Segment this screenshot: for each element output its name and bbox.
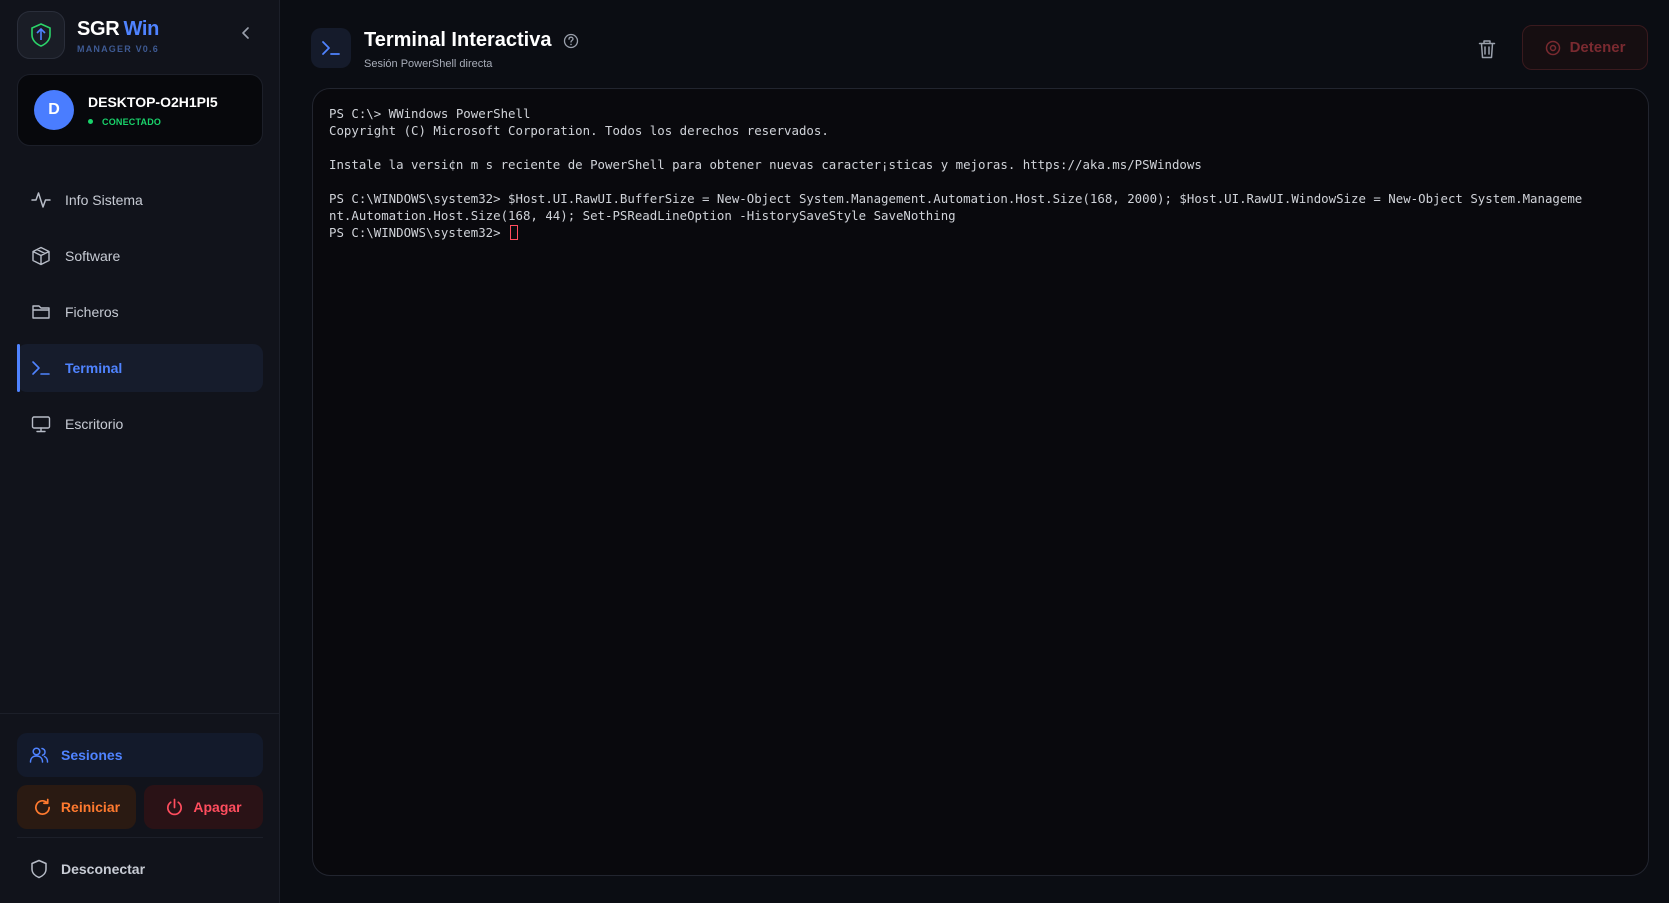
sidebar-item-ficheros[interactable]: Ficheros xyxy=(17,288,263,336)
collapse-sidebar-button[interactable] xyxy=(236,23,256,43)
app-logo xyxy=(17,11,65,59)
stop-label: Detener xyxy=(1569,39,1626,56)
restart-button[interactable]: Reiniciar xyxy=(17,785,136,829)
device-name: DESKTOP-O2H1PI5 xyxy=(88,93,218,110)
main-content: Terminal Interactiva Sesión PowerShell d… xyxy=(280,0,1669,903)
status-dot-icon xyxy=(88,119,93,124)
sidebar-divider xyxy=(0,713,280,714)
sidebar-nav: Info Sistema Software Ficheros Terminal xyxy=(17,176,263,456)
sidebar-divider xyxy=(17,837,263,838)
page-header: Terminal Interactiva Sesión PowerShell d… xyxy=(364,29,579,70)
trash-icon xyxy=(1478,40,1496,59)
terminal-header-icon xyxy=(311,28,351,68)
terminal-output[interactable]: PS C:\> WWindows PowerShell Copyright (C… xyxy=(312,88,1649,876)
app-window: SGR Win MANAGER V0.6 D DESKTOP-O2H1PI5 CO… xyxy=(0,0,1669,903)
sidebar-item-label: Terminal xyxy=(65,360,123,376)
disconnect-button[interactable]: Desconectar xyxy=(17,849,263,889)
shutdown-button[interactable]: Apagar xyxy=(144,785,263,829)
sidebar-item-info-sistema[interactable]: Info Sistema xyxy=(17,176,263,224)
terminal-line: Instale la versi¢n m s reciente de Power… xyxy=(329,157,1202,172)
sidebar: SGR Win MANAGER V0.6 D DESKTOP-O2H1PI5 CO… xyxy=(0,0,280,903)
power-icon xyxy=(165,798,184,817)
sidebar-item-label: Ficheros xyxy=(65,304,119,320)
terminal-icon xyxy=(31,358,51,378)
brand-title-accent: Win xyxy=(123,17,160,40)
shutdown-label: Apagar xyxy=(193,799,242,815)
sessions-button[interactable]: Sesiones xyxy=(17,733,263,777)
clear-terminal-button[interactable] xyxy=(1474,36,1500,62)
sidebar-item-label: Info Sistema xyxy=(65,192,143,208)
device-card: D DESKTOP-O2H1PI5 CONECTADO xyxy=(17,74,263,146)
package-icon xyxy=(31,246,51,266)
page-title: Terminal Interactiva xyxy=(364,29,579,52)
terminal-line: PS C:\WINDOWS\system32> $Host.UI.RawUI.B… xyxy=(329,191,1583,206)
brand-version: MANAGER V0.6 xyxy=(77,43,159,54)
page-subtitle: Sesión PowerShell directa xyxy=(364,58,493,70)
sidebar-item-terminal[interactable]: Terminal xyxy=(17,344,263,392)
users-icon xyxy=(29,745,49,765)
status-badge: CONECTADO xyxy=(88,117,218,127)
shield-icon xyxy=(29,859,49,879)
avatar: D xyxy=(34,90,74,130)
activity-icon xyxy=(31,190,51,210)
terminal-line: PS C:\> WWindows PowerShell xyxy=(329,106,531,121)
brand-title: SGR Win xyxy=(77,17,159,41)
terminal-line: Copyright (C) Microsoft Corporation. Tod… xyxy=(329,123,829,138)
sessions-label: Sesiones xyxy=(61,747,123,763)
monitor-icon xyxy=(31,414,51,434)
chevron-left-icon xyxy=(242,27,249,39)
refresh-icon xyxy=(33,798,52,817)
brand: SGR Win MANAGER V0.6 xyxy=(17,11,159,59)
help-icon[interactable] xyxy=(563,33,579,49)
folder-icon xyxy=(31,302,51,322)
sidebar-item-label: Software xyxy=(65,248,121,264)
terminal-line: nt.Automation.Host.Size(168, 44); Set-PS… xyxy=(329,208,956,223)
page-title-text: Terminal Interactiva xyxy=(364,29,552,51)
sidebar-item-software[interactable]: Software xyxy=(17,232,263,280)
restart-label: Reiniciar xyxy=(60,799,121,815)
status-text: CONECTADO xyxy=(102,116,162,127)
disconnect-label: Desconectar xyxy=(61,861,146,877)
terminal-cursor[interactable] xyxy=(510,225,519,240)
stop-button[interactable]: Detener xyxy=(1522,25,1648,70)
terminal-prompt: PS C:\WINDOWS\system32> xyxy=(329,225,509,240)
power-actions: Reiniciar Apagar xyxy=(17,785,263,829)
brand-title-main: SGR xyxy=(77,17,120,40)
sidebar-item-escritorio[interactable]: Escritorio xyxy=(17,400,263,448)
stop-circle-icon xyxy=(1545,40,1561,56)
sidebar-item-label: Escritorio xyxy=(65,416,124,432)
terminal-prompt-line: PS C:\WINDOWS\system32> xyxy=(329,224,1632,241)
